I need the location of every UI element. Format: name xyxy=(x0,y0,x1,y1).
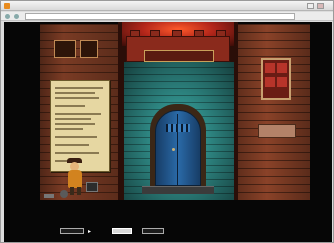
address-bar xyxy=(1,12,333,21)
bottom-button-left[interactable] xyxy=(60,228,84,234)
title-bar xyxy=(1,1,333,11)
browser-window: ▸ xyxy=(0,0,334,243)
forward-icon[interactable] xyxy=(14,14,19,19)
player-character[interactable] xyxy=(68,170,82,188)
right-wall-window xyxy=(261,58,291,100)
notice-line xyxy=(55,87,103,89)
notice-line xyxy=(55,92,95,94)
notice-line xyxy=(55,113,101,115)
window-pane xyxy=(265,63,275,73)
wall-plaque[interactable] xyxy=(258,124,296,138)
notice-line xyxy=(55,118,91,120)
minimize-icon[interactable] xyxy=(307,3,314,9)
window-pane xyxy=(277,63,287,73)
game-viewport[interactable]: ▸ xyxy=(4,22,332,242)
window-pane xyxy=(277,77,287,87)
character-leg xyxy=(77,187,81,195)
right-brick-wall xyxy=(238,24,310,200)
crate-prop xyxy=(86,182,98,192)
bottom-button-right[interactable] xyxy=(142,228,164,234)
notice-line xyxy=(55,128,83,130)
close-icon[interactable] xyxy=(317,3,324,9)
notice-line xyxy=(55,144,89,146)
window-pane xyxy=(265,77,275,87)
game-logo-sign xyxy=(144,50,214,62)
barrel-prop xyxy=(60,190,68,198)
door-split xyxy=(177,114,178,186)
door-knob-icon xyxy=(172,148,175,151)
notice-line xyxy=(55,97,99,99)
notice-line xyxy=(55,123,95,125)
arrow-indicator-icon[interactable]: ▸ xyxy=(88,228,91,235)
notice-line xyxy=(55,152,99,154)
browser-icon xyxy=(4,3,10,9)
left-wall-window xyxy=(54,40,76,58)
bottom-button-middle[interactable] xyxy=(112,228,132,234)
back-icon[interactable] xyxy=(5,14,10,19)
blue-door[interactable] xyxy=(155,110,201,186)
notice-line xyxy=(55,105,85,107)
door-step xyxy=(142,186,214,194)
door-grate xyxy=(166,124,190,132)
notice-line xyxy=(55,136,97,138)
character-leg xyxy=(70,187,74,195)
plank-prop xyxy=(44,194,54,198)
left-wall-window xyxy=(80,40,98,58)
url-input[interactable] xyxy=(25,13,295,20)
